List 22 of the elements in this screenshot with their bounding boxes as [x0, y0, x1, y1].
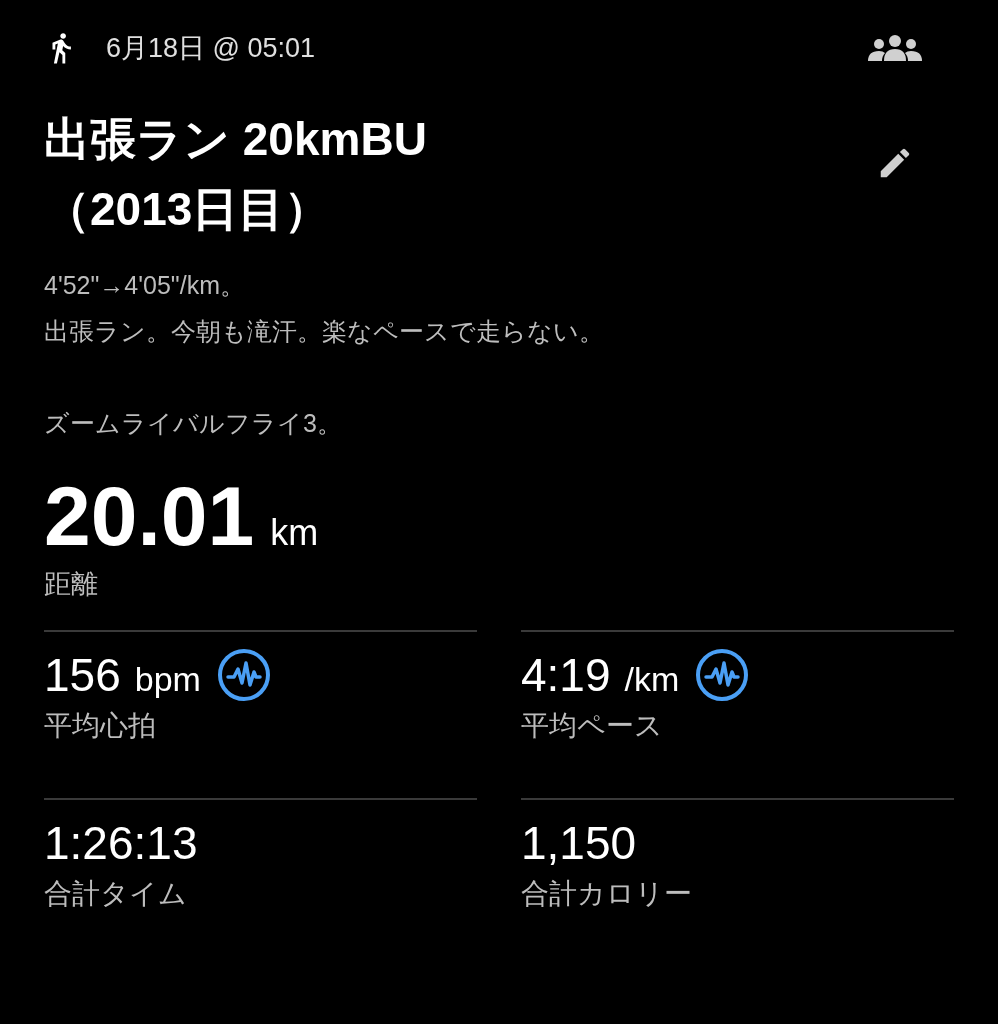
stat-label: 平均心拍 [44, 709, 157, 743]
stat-label: 合計カロリー [521, 877, 693, 911]
group-icon[interactable] [868, 33, 922, 63]
activity-title: （2013日目） [44, 182, 332, 237]
distance-label: 距離 [44, 568, 99, 601]
distance-unit: km [270, 511, 319, 555]
activity-title: 出張ラン 20kmBU [44, 112, 427, 167]
stat-unit: bpm [134, 658, 201, 700]
description-line: 出張ラン。今朝も滝汗。楽なペースで走らない。 [44, 316, 604, 347]
stat-value: 1,150 [521, 816, 637, 871]
activity-date: 6月18日 @ 05:01 [106, 31, 316, 65]
description-line: 4'52"→4'05"/km。 [44, 270, 245, 301]
stat-unit: /km [624, 658, 680, 700]
description-line: ズームライバルフライ3。 [44, 408, 342, 439]
stat-value: 4:19 [521, 647, 611, 703]
stat-value: 156 [44, 647, 121, 703]
activity-graph-icon[interactable] [695, 648, 750, 702]
activity-graph-icon[interactable] [216, 648, 271, 702]
stat-value: 1:26:13 [44, 816, 198, 871]
stat-label: 平均ペース [521, 709, 664, 743]
distance-value: 20.01 [44, 468, 255, 564]
stat-label: 合計タイム [44, 877, 188, 911]
